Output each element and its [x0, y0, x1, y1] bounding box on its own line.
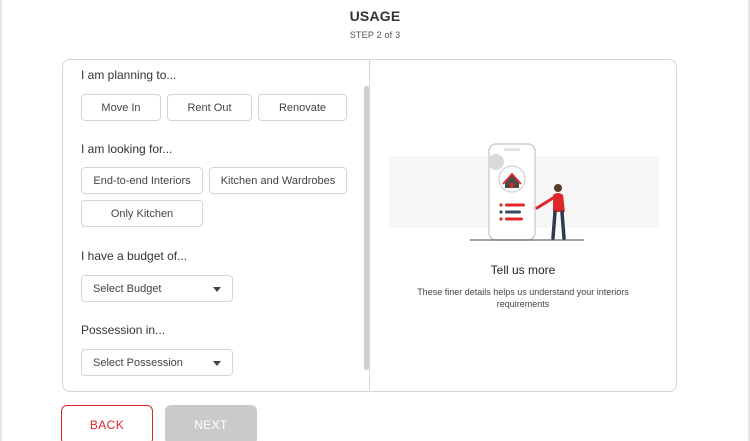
chevron-down-icon [213, 361, 221, 366]
info-subtitle: These finer details helps us understand … [417, 287, 629, 309]
option-only-kitchen[interactable]: Only Kitchen [81, 200, 203, 227]
possession-select[interactable]: Select Possession [81, 349, 233, 376]
form-pane: I am planning to... Move In Rent Out Ren… [63, 60, 370, 391]
info-title: Tell us more [490, 263, 556, 277]
planning-question: I am planning to... [81, 68, 177, 82]
info-pane: Tell us more These finer details helps u… [370, 60, 676, 391]
option-renovate[interactable]: Renovate [258, 94, 347, 121]
next-button[interactable]: NEXT [165, 405, 257, 441]
back-button[interactable]: BACK [61, 405, 153, 441]
phone-person-illustration [470, 143, 584, 241]
step-indicator: STEP 2 of 3 [349, 30, 401, 40]
budget-select[interactable]: Select Budget [81, 275, 233, 302]
option-end-to-end-interiors[interactable]: End-to-end Interiors [81, 167, 203, 194]
window-edge-left [0, 0, 2, 441]
budget-question: I have a budget of... [81, 249, 188, 263]
possession-select-value: Select Possession [93, 356, 183, 369]
usage-card: I am planning to... Move In Rent Out Ren… [62, 59, 677, 392]
page-header: USAGE STEP 2 of 3 [0, 8, 750, 40]
option-rent-out[interactable]: Rent Out [167, 94, 252, 121]
option-kitchen-and-wardrobes[interactable]: Kitchen and Wardrobes [209, 167, 347, 194]
budget-select-value: Select Budget [93, 282, 162, 295]
page-title: USAGE [349, 8, 401, 24]
looking-question: I am looking for... [81, 142, 173, 156]
chevron-down-icon [213, 287, 221, 292]
possession-question: Possession in... [81, 323, 166, 337]
option-move-in[interactable]: Move In [81, 94, 161, 121]
